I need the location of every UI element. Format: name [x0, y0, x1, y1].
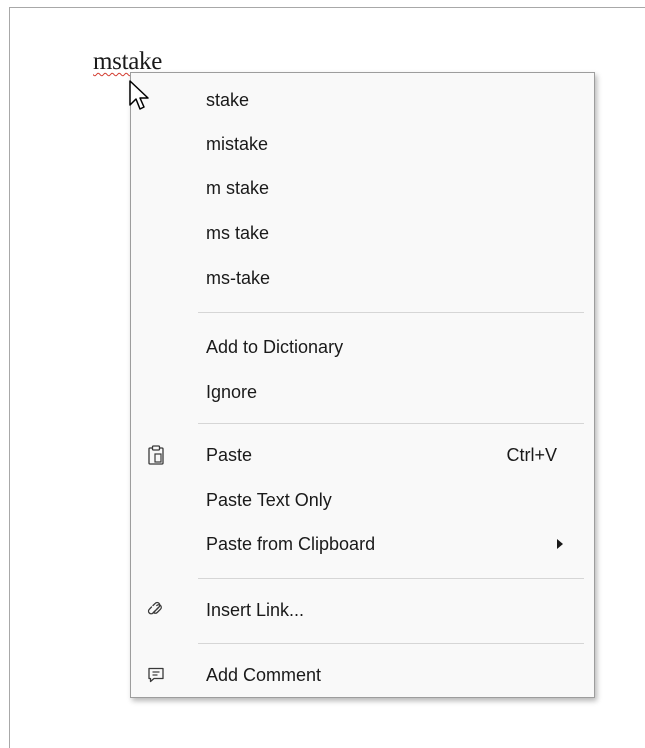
paste-text-only-item[interactable]: Paste Text Only: [131, 478, 594, 522]
add-comment-item[interactable]: Add Comment: [131, 653, 594, 697]
suggestion-label: m stake: [206, 177, 270, 198]
menu-separator: [198, 312, 584, 313]
add-to-dictionary-label: Add to Dictionary: [206, 336, 344, 357]
ignore-label: Ignore: [206, 381, 258, 402]
suggestion-ms-dash-take[interactable]: ms-take: [131, 256, 594, 300]
submenu-arrow-icon: [557, 539, 563, 549]
menu-separator: [198, 423, 584, 424]
paste-from-clipboard-label: Paste from Clipboard: [206, 533, 376, 554]
add-comment-label: Add Comment: [206, 664, 322, 685]
suggestion-label: stake: [206, 89, 250, 110]
mouse-pointer-icon: [129, 80, 149, 110]
insert-link-item[interactable]: Insert Link...: [131, 588, 594, 632]
menu-separator: [198, 578, 584, 579]
suggestion-stake[interactable]: stake: [131, 78, 594, 122]
paste-text-only-label: Paste Text Only: [206, 489, 332, 510]
suggestion-label: mistake: [206, 133, 269, 154]
paste-label: Paste: [206, 444, 253, 465]
ignore-item[interactable]: Ignore: [131, 370, 594, 414]
paste-item[interactable]: Paste Ctrl+V: [131, 433, 594, 477]
suggestion-ms-take[interactable]: ms take: [131, 211, 594, 255]
menu-separator: [198, 643, 584, 644]
paste-from-clipboard-item[interactable]: Paste from Clipboard: [131, 522, 594, 566]
suggestion-label: ms-take: [206, 267, 271, 288]
comment-icon: [145, 664, 167, 686]
link-icon: [145, 599, 167, 621]
insert-link-label: Insert Link...: [206, 599, 305, 620]
clipboard-icon: [145, 444, 167, 466]
paste-shortcut: Ctrl+V: [506, 444, 557, 465]
suggestion-m-stake[interactable]: m stake: [131, 166, 594, 210]
suggestion-mistake[interactable]: mistake: [131, 122, 594, 166]
spellcheck-context-menu: stake mistake m stake ms take ms-take Ad…: [130, 72, 595, 698]
add-to-dictionary-item[interactable]: Add to Dictionary: [131, 325, 594, 369]
suggestion-label: ms take: [206, 222, 270, 243]
